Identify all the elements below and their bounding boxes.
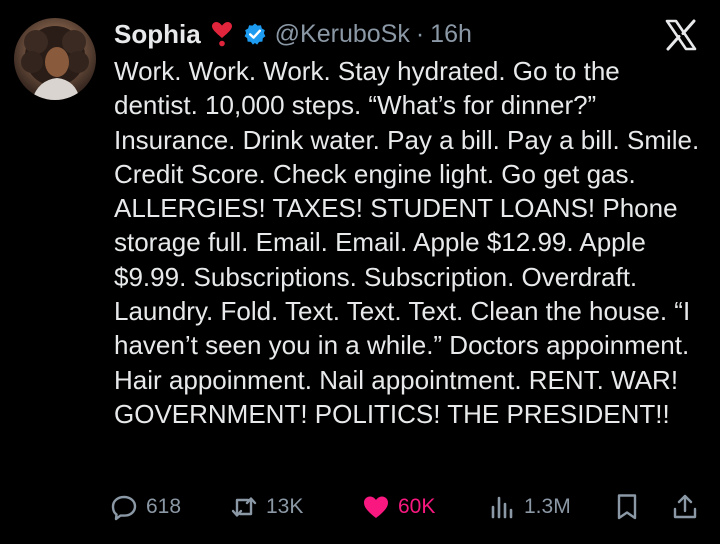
tweet-header: Sophia @KeruboSk · 16h	[114, 14, 660, 54]
views-count: 1.3M	[524, 495, 571, 518]
tweet-text: Work. Work. Work. Stay hydrated. Go to t…	[114, 56, 700, 429]
avatar-photo	[21, 26, 89, 100]
repost-icon	[231, 497, 257, 517]
heart-icon	[364, 496, 388, 518]
bookmark-icon[interactable]	[612, 492, 642, 522]
share-icon[interactable]	[670, 492, 700, 522]
x-logo-icon[interactable]	[664, 18, 698, 52]
reply-count: 618	[146, 495, 182, 518]
repost-count: 13K	[266, 495, 304, 518]
separator-dot: ·	[415, 19, 425, 48]
heart-exclamation-icon	[211, 22, 232, 47]
reply-button[interactable]: 618	[110, 486, 181, 528]
views-icon	[491, 496, 513, 519]
action-bar: 618 13K 60K 1.3M	[110, 486, 704, 528]
author-handle[interactable]: @KeruboSk	[275, 20, 410, 49]
avatar[interactable]	[14, 18, 96, 100]
verified-badge-icon	[244, 23, 266, 45]
repost-button[interactable]: 13K	[230, 486, 303, 528]
author-name[interactable]: Sophia	[114, 19, 201, 50]
views-button[interactable]: 1.3M	[488, 486, 571, 528]
like-count: 60K	[398, 495, 436, 518]
like-button[interactable]: 60K	[362, 486, 435, 528]
post-time[interactable]: 16h	[430, 20, 472, 49]
reply-icon	[111, 495, 137, 521]
